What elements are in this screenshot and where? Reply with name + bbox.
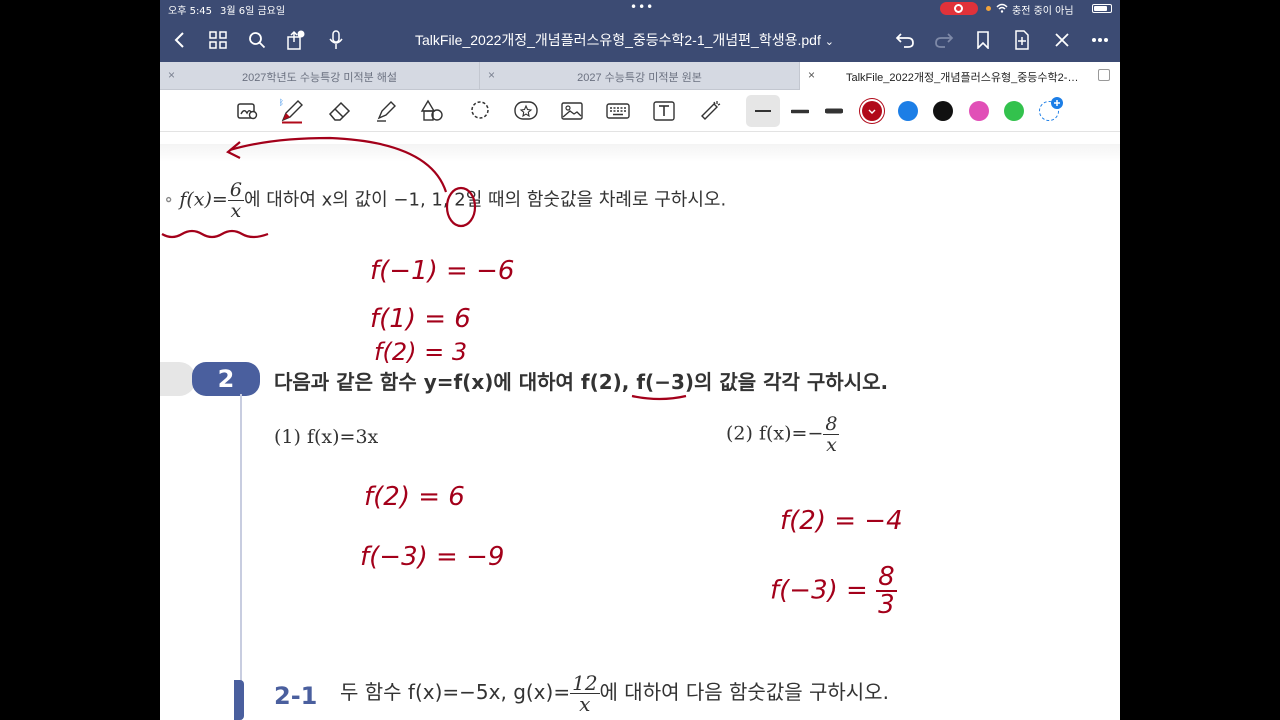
undo-button[interactable] [891, 26, 919, 54]
add-color-button[interactable] [1039, 97, 1063, 121]
eraser-tool[interactable] [326, 97, 354, 125]
battery-icon [1092, 4, 1112, 13]
grid-icon [209, 31, 227, 49]
voice-record-button[interactable] [322, 26, 350, 54]
thin-line-icon [755, 110, 771, 112]
ink-arrow [229, 136, 448, 193]
close-document-button[interactable] [1048, 26, 1076, 54]
color-swatch-red[interactable] [862, 101, 882, 121]
svg-text:ᛒ: ᛒ [279, 98, 284, 107]
ink-circle [445, 186, 477, 228]
bookmark-icon [977, 31, 989, 49]
ipad-screen: 오후 5:45 3월 6일 금요일 ••• 충전 중이 아님 TalkFile_… [160, 0, 1120, 720]
annotation-toolbar: ᛒ [160, 90, 1120, 132]
highlighter-icon [377, 101, 396, 122]
document-header: TalkFile_2022개정_개념플러스유형_중등수학2-1_개념편_학생용.… [160, 18, 1120, 62]
document-title-text: TalkFile_2022개정_개념플러스유형_중등수학2-1_개념편_학생용.… [415, 32, 821, 48]
share-button[interactable] [281, 26, 309, 54]
color-swatch-pink[interactable] [969, 101, 989, 121]
ink-arrow-head [226, 141, 241, 159]
tab-calculus-solutions[interactable]: × 2027학년도 수능특강 미적분 해설 [160, 62, 480, 90]
screen-recording-icon[interactable] [940, 2, 978, 15]
tab-label: 2027 수능특강 미적분 원본 [577, 72, 702, 84]
document-title[interactable]: TalkFile_2022개정_개념플러스유형_중등수학2-1_개념편_학생용.… [415, 30, 834, 50]
highlighter-tool[interactable] [372, 97, 400, 125]
split-view-icon[interactable] [1098, 69, 1110, 81]
laser-pointer-icon [701, 101, 721, 120]
color-swatch-blue[interactable] [898, 101, 918, 121]
color-swatch-black[interactable] [933, 101, 953, 121]
thick-line-icon [825, 108, 843, 114]
laser-pointer-tool[interactable] [696, 97, 724, 125]
wifi-icon [996, 3, 1008, 13]
bookmark-button[interactable] [969, 26, 997, 54]
status-time: 오후 5:45 [168, 6, 213, 17]
sticker-icon [514, 101, 538, 120]
undo-icon [895, 33, 914, 48]
close-icon [1055, 33, 1069, 47]
lasso-icon [471, 101, 489, 119]
pen-tool[interactable]: ᛒ [278, 97, 306, 125]
tab-close-button[interactable]: × [808, 68, 815, 82]
shapes-tool[interactable] [419, 97, 447, 125]
keyboard-icon [606, 103, 630, 119]
stroke-width-thin[interactable] [746, 95, 780, 127]
add-page-icon [1015, 30, 1029, 50]
charging-status: 충전 중이 아님 [1012, 6, 1074, 17]
pdf-page[interactable]: ∘ f(x)= 6 x 에 대하여 x의 값이 −1, 1, 2일 때의 함숫값을 차… [160, 132, 1120, 720]
status-date: 3월 6일 금요일 [220, 6, 286, 17]
microphone-icon [329, 30, 343, 49]
search-icon [249, 32, 266, 49]
chevron-left-icon [174, 32, 184, 48]
tab-current-document[interactable]: × TalkFile_2022개정_개념플러스유형_중등수학2-… [800, 62, 1120, 90]
redo-icon [935, 33, 954, 48]
more-icon [1092, 38, 1108, 42]
share-icon [287, 30, 305, 50]
tab-label: TalkFile_2022개정_개념플러스유형_중등수학2-… [846, 72, 1079, 84]
chevron-down-icon [868, 109, 876, 114]
shapes-icon [420, 99, 443, 121]
search-button[interactable] [243, 26, 271, 54]
status-bar: 오후 5:45 3월 6일 금요일 ••• 충전 중이 아님 [160, 0, 1120, 18]
ink-underline-f2 [631, 394, 687, 401]
image-tool[interactable] [558, 97, 586, 125]
tab-calculus-original[interactable]: × 2027 수능특강 미적분 원본 [480, 62, 800, 90]
text-box-tool[interactable] [650, 97, 678, 125]
chevron-down-icon: ⌄ [824, 36, 834, 48]
eraser-icon [328, 101, 351, 121]
lasso-select-icon [237, 103, 258, 120]
thumbnails-button[interactable] [204, 26, 232, 54]
add-page-button[interactable] [1008, 26, 1036, 54]
medium-line-icon [791, 109, 809, 113]
lasso-tool[interactable] [466, 97, 494, 125]
sticker-tool[interactable] [512, 97, 540, 125]
plus-icon [1051, 97, 1063, 109]
stroke-width-medium[interactable] [786, 97, 814, 125]
redo-button[interactable] [930, 26, 958, 54]
mic-indicator-icon [986, 6, 991, 11]
ink-annotations [161, 136, 687, 401]
more-options-button[interactable] [1086, 26, 1114, 54]
color-swatch-green[interactable] [1004, 101, 1024, 121]
pen-icon: ᛒ [279, 98, 303, 124]
keyboard-tool[interactable] [604, 97, 632, 125]
tab-label: 2027학년도 수능특강 미적분 해설 [241, 72, 398, 84]
text-box-icon [653, 101, 675, 121]
ink-wavy-underline [161, 229, 269, 239]
back-button[interactable] [166, 26, 194, 54]
image-icon [561, 102, 583, 120]
multitasking-dots-icon[interactable]: ••• [630, 0, 654, 14]
document-tabs: × 2027학년도 수능특강 미적분 해설 × 2027 수능특강 미적분 원본… [160, 62, 1120, 90]
lasso-select-tool[interactable] [234, 97, 262, 125]
stroke-width-thick[interactable] [820, 97, 848, 125]
